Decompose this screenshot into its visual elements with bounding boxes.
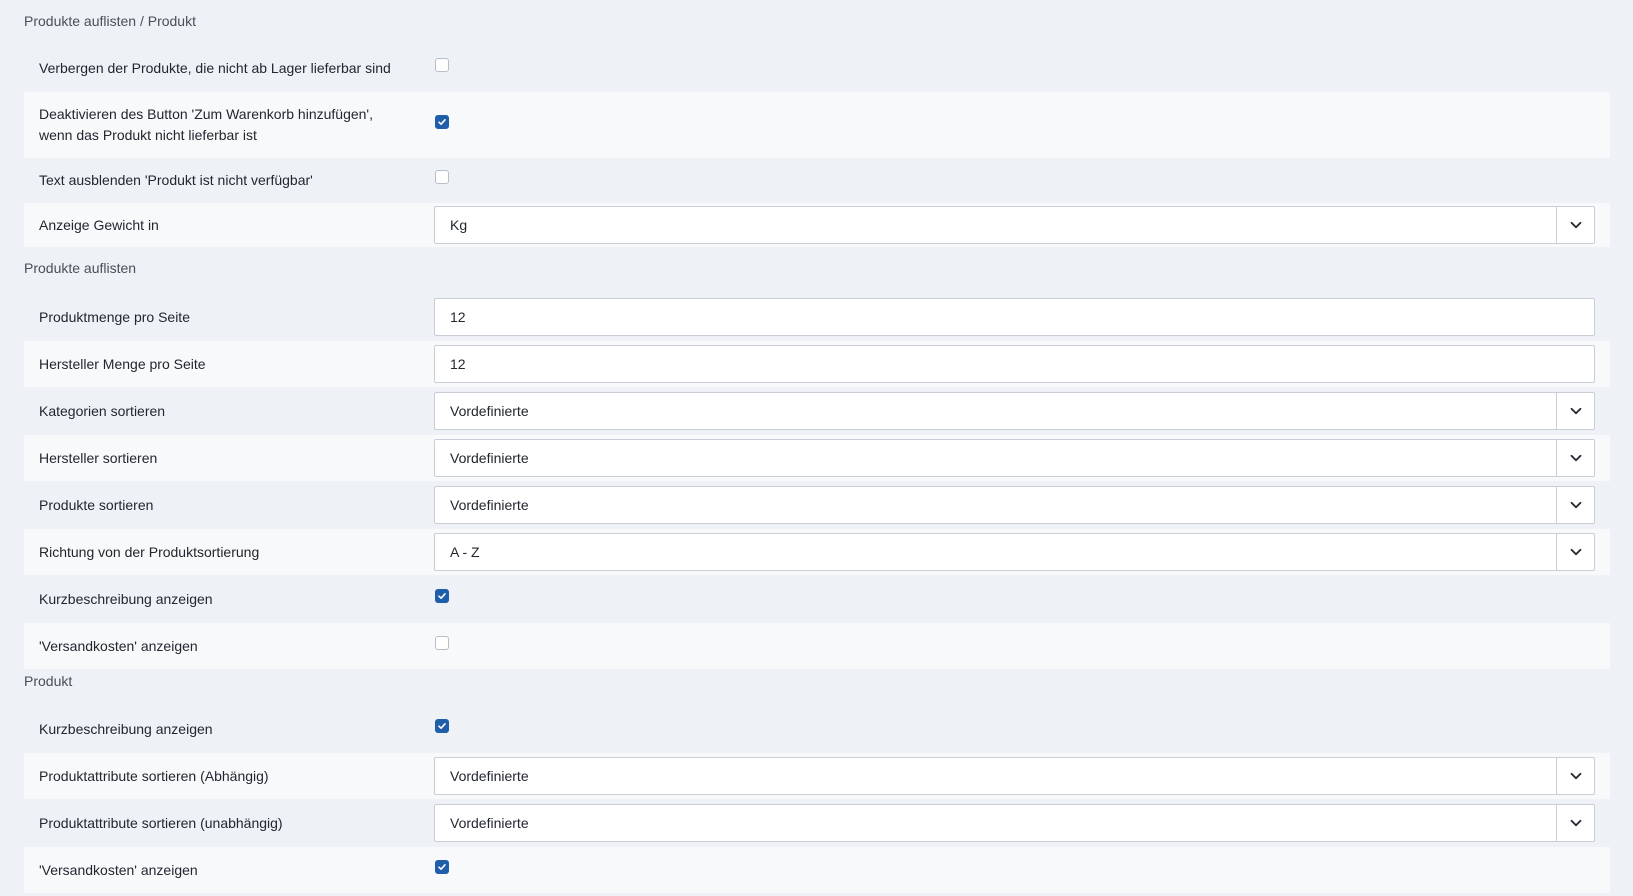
setting-row-show-short-description-product: Kurzbeschreibung anzeigen xyxy=(24,706,1610,752)
section-title-produkte-auflisten-produkt: Produkte auflisten / Produkt xyxy=(24,13,196,29)
setting-row-products-per-page: Produktmenge pro Seite 12 xyxy=(24,294,1610,340)
section-title-produkte-auflisten: Produkte auflisten xyxy=(24,260,137,276)
chevron-down-icon xyxy=(1556,440,1594,476)
setting-row-sort-attributes-dependent: Produktattribute sortieren (Abhängig) Vo… xyxy=(24,753,1610,799)
weight-unit-select[interactable]: Kg xyxy=(434,206,1595,244)
setting-row-sort-direction: Richtung von der Produktsortierung A - Z xyxy=(24,529,1610,575)
setting-row-manufacturers-per-page: Hersteller Menge pro Seite 12 xyxy=(24,341,1610,387)
setting-label: Richtung von der Produktsortierung xyxy=(39,543,260,560)
chevron-down-icon xyxy=(1556,487,1594,523)
setting-label: Produktattribute sortieren (Abhängig) xyxy=(39,767,269,784)
setting-label: 'Versandkosten' anzeigen xyxy=(39,861,198,878)
section-title-produkt: Produkt xyxy=(24,673,73,689)
setting-label: Produkte sortieren xyxy=(39,496,154,513)
setting-label: Kurzbeschreibung anzeigen xyxy=(39,720,213,737)
show-short-description-listing-checkbox[interactable] xyxy=(435,589,449,603)
setting-label: Hersteller Menge pro Seite xyxy=(39,355,206,372)
select-value: Vordefinierte xyxy=(450,815,529,831)
sort-direction-select[interactable]: A - Z xyxy=(434,533,1595,571)
sort-attributes-dependent-select[interactable]: Vordefinierte xyxy=(434,757,1595,795)
hide-out-of-stock-checkbox[interactable] xyxy=(435,58,449,72)
input-value: 12 xyxy=(450,356,466,372)
setting-label: Produktattribute sortieren (unabhängig) xyxy=(39,814,283,831)
setting-label: Kategorien sortieren xyxy=(39,402,166,419)
products-per-page-input[interactable]: 12 xyxy=(434,298,1595,336)
setting-label: Deaktivieren des Button 'Zum Warenkorb h… xyxy=(39,106,373,143)
setting-label: Hersteller sortieren xyxy=(39,449,158,466)
setting-row-show-shipping-costs-product: 'Versandkosten' anzeigen xyxy=(24,847,1610,893)
sort-attributes-independent-select[interactable]: Vordefinierte xyxy=(434,804,1595,842)
input-value: 12 xyxy=(450,309,466,325)
setting-row-hide-out-of-stock: Verbergen der Produkte, die nicht ab Lag… xyxy=(24,46,1610,90)
chevron-down-icon xyxy=(1556,534,1594,570)
sort-manufacturers-select[interactable]: Vordefinierte xyxy=(434,439,1595,477)
setting-row-sort-attributes-independent: Produktattribute sortieren (unabhängig) … xyxy=(24,800,1610,846)
setting-row-sort-manufacturers: Hersteller sortieren Vordefinierte xyxy=(24,435,1610,481)
chevron-down-icon xyxy=(1556,207,1594,243)
check-icon xyxy=(438,593,446,599)
select-value: Vordefinierte xyxy=(450,450,529,466)
chevron-down-icon xyxy=(1556,805,1594,841)
setting-label: Anzeige Gewicht in xyxy=(39,216,159,233)
manufacturers-per-page-input[interactable]: 12 xyxy=(434,345,1595,383)
setting-row-show-short-description-listing: Kurzbeschreibung anzeigen xyxy=(24,576,1610,622)
setting-row-disable-cart-button: Deaktivieren des Button 'Zum Warenkorb h… xyxy=(24,92,1610,158)
settings-page: Produkte auflisten / Produkt Verbergen d… xyxy=(0,0,1633,896)
sort-products-select[interactable]: Vordefinierte xyxy=(434,486,1595,524)
disable-cart-button-checkbox[interactable] xyxy=(435,115,449,129)
setting-label: Text ausblenden 'Produkt ist nicht verfü… xyxy=(39,171,313,188)
setting-label: 'Versandkosten' anzeigen xyxy=(39,637,198,654)
show-short-description-product-checkbox[interactable] xyxy=(435,719,449,733)
chevron-down-icon xyxy=(1556,393,1594,429)
setting-label: Produktmenge pro Seite xyxy=(39,308,190,325)
check-icon xyxy=(438,119,446,125)
setting-row-hide-unavailable-text: Text ausblenden 'Produkt ist nicht verfü… xyxy=(24,158,1610,202)
setting-label: Kurzbeschreibung anzeigen xyxy=(39,590,213,607)
hide-unavailable-text-checkbox[interactable] xyxy=(435,170,449,184)
setting-label: Verbergen der Produkte, die nicht ab Lag… xyxy=(39,59,391,76)
chevron-down-icon xyxy=(1556,758,1594,794)
setting-row-sort-categories: Kategorien sortieren Vordefinierte xyxy=(24,388,1610,434)
show-shipping-costs-product-checkbox[interactable] xyxy=(435,860,449,874)
sort-categories-select[interactable]: Vordefinierte xyxy=(434,392,1595,430)
show-shipping-costs-listing-checkbox[interactable] xyxy=(435,636,449,650)
setting-row-weight-unit: Anzeige Gewicht in Kg xyxy=(24,203,1610,247)
select-value: Vordefinierte xyxy=(450,768,529,784)
select-value: A - Z xyxy=(450,544,480,560)
check-icon xyxy=(438,723,446,729)
select-value: Vordefinierte xyxy=(450,403,529,419)
select-value: Kg xyxy=(450,217,468,233)
setting-row-show-shipping-costs-listing: 'Versandkosten' anzeigen xyxy=(24,623,1610,669)
setting-row-sort-products: Produkte sortieren Vordefinierte xyxy=(24,482,1610,528)
select-value: Vordefinierte xyxy=(450,497,529,513)
check-icon xyxy=(438,864,446,870)
